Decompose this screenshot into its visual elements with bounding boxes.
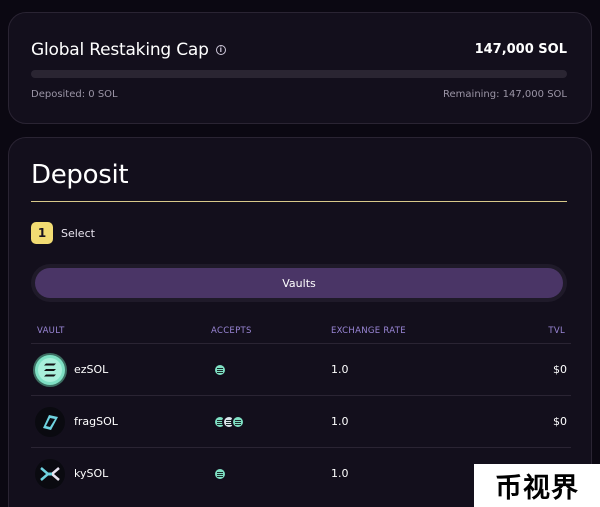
- fragsol-logo-icon: [35, 407, 65, 437]
- accepted-tokens: [213, 363, 227, 377]
- kysol-logo-icon: [35, 459, 65, 489]
- exchange-rate: 1.0: [331, 363, 349, 376]
- vault-name: fragSOL: [74, 415, 118, 428]
- cap-title-text: Global Restaking Cap: [31, 40, 209, 60]
- msol-token-icon: [231, 415, 245, 429]
- deposit-divider: [31, 201, 567, 202]
- vault-name: ezSOL: [74, 363, 109, 376]
- column-header-accepts: ACCEPTS: [211, 326, 252, 336]
- watermark-logo: 币视界: [474, 464, 600, 507]
- restaking-cap-card: Global Restaking Cap i 147,000 SOL Depos…: [8, 12, 592, 124]
- sol-token-icon: [213, 467, 227, 481]
- cap-total: 147,000 SOL: [474, 42, 567, 57]
- accepted-tokens: [213, 467, 227, 481]
- deposit-card: Deposit 1 Select Vaults VAULT ACCEPTS EX…: [8, 137, 592, 507]
- column-header-vault: VAULT: [37, 326, 65, 336]
- column-header-tvl: TVL: [548, 326, 565, 336]
- sol-token-icon: [213, 363, 227, 377]
- step-number-badge: 1: [31, 222, 53, 244]
- deposit-title: Deposit: [31, 160, 129, 190]
- tvl-value: $0: [553, 415, 567, 428]
- exchange-rate: 1.0: [331, 467, 349, 480]
- ezsol-logo-icon: [35, 355, 65, 385]
- cap-deposited: Deposited: 0 SOL: [31, 89, 118, 100]
- table-row[interactable]: ezSOL 1.0 $0: [31, 343, 571, 395]
- table-row[interactable]: fragSOL 1.0 $0: [31, 395, 571, 447]
- tab-vaults[interactable]: Vaults: [35, 268, 563, 298]
- cap-title: Global Restaking Cap i: [31, 40, 226, 60]
- step-label: Select: [61, 226, 95, 240]
- column-header-exchange-rate: EXCHANGE RATE: [331, 326, 406, 336]
- vault-name: kySOL: [74, 467, 109, 480]
- info-icon[interactable]: i: [215, 45, 226, 55]
- exchange-rate: 1.0: [331, 415, 349, 428]
- tvl-value: $0: [553, 363, 567, 376]
- step-indicator: 1 Select: [31, 222, 95, 244]
- accepted-tokens: [213, 415, 245, 429]
- cap-remaining: Remaining: 147,000 SOL: [443, 89, 567, 100]
- cap-progress-bar: [31, 70, 567, 78]
- vault-tab-bar: Vaults: [31, 264, 567, 302]
